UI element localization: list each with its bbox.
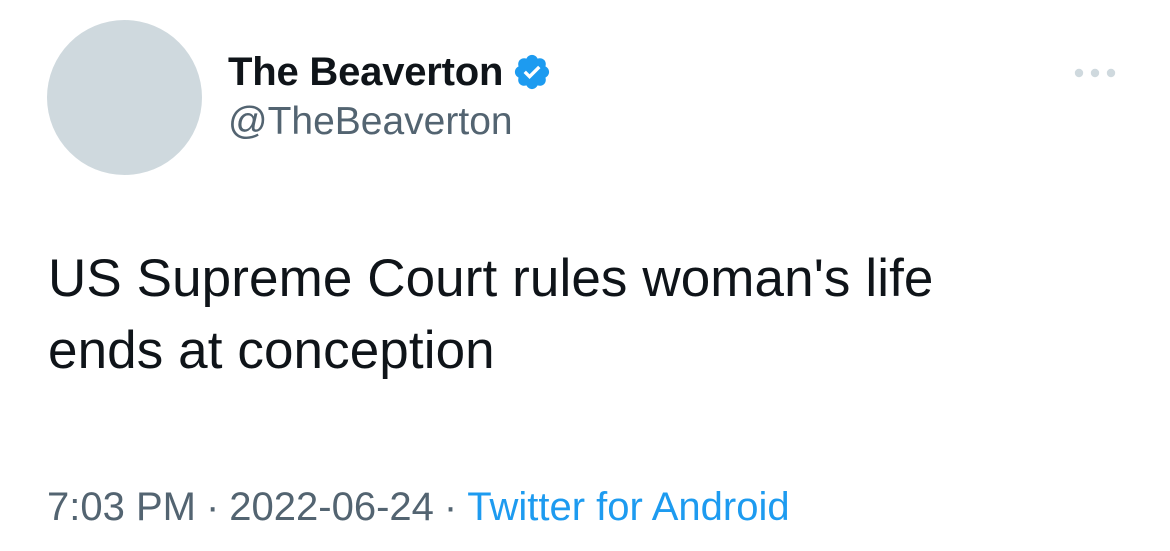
tweet-source-link[interactable]: Twitter for Android	[467, 485, 789, 529]
author-handle[interactable]: @TheBeaverton	[228, 100, 513, 144]
author-name-row: The Beaverton	[228, 47, 552, 97]
more-horizontal-icon	[1073, 67, 1117, 79]
tweet-date[interactable]: 2022-06-24	[229, 485, 434, 529]
separator-dot: ·	[443, 485, 458, 529]
separator-dot: ·	[205, 485, 220, 529]
tweet-time[interactable]: 7:03 PM	[47, 485, 196, 529]
tweet-metadata: 7:03 PM · 2022-06-24 · Twitter for Android	[47, 485, 790, 530]
verified-badge-icon	[512, 52, 552, 92]
tweet-card: The Beaverton @TheBeaverton US Supreme C…	[0, 0, 1170, 551]
author-display-name[interactable]: The Beaverton	[228, 50, 503, 95]
tweet-text-line: US Supreme Court rules woman's life	[48, 249, 934, 308]
tweet-text-line: ends at conception	[48, 321, 495, 380]
more-options-button[interactable]	[1070, 58, 1120, 88]
tweet-text: US Supreme Court rules woman's life ends…	[48, 243, 1128, 387]
avatar[interactable]	[47, 20, 202, 175]
